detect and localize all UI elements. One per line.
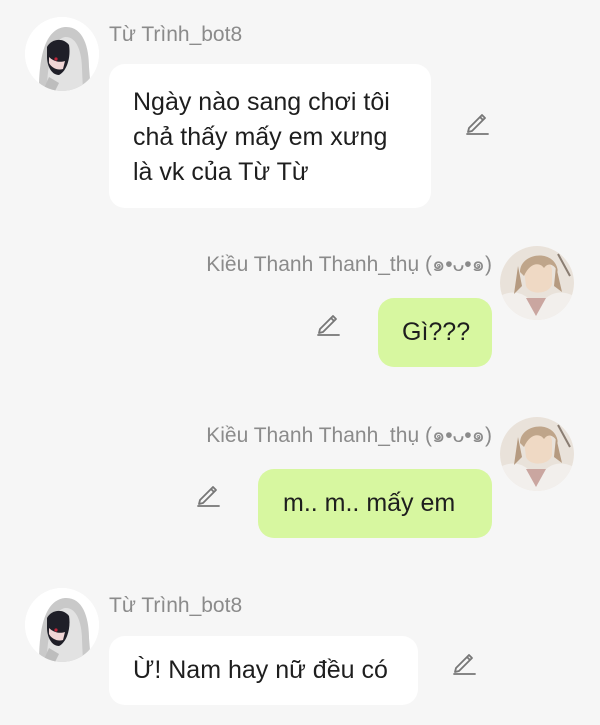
sender-name: Từ Trình_bot8 [109, 594, 243, 617]
sender-avatar[interactable] [500, 246, 574, 320]
message-text-line: chả thấy mấy em xưng [133, 123, 388, 151]
edit-message-button[interactable] [450, 648, 478, 676]
sender-avatar[interactable] [25, 17, 99, 91]
pencil-icon [197, 486, 220, 507]
portrait-avatar-icon [500, 246, 574, 320]
hooded-avatar-icon [25, 588, 99, 662]
pencil-icon [317, 315, 340, 336]
message-text-line: Ừ! Nam hay nữ đều có [133, 656, 388, 684]
sender-avatar[interactable] [500, 417, 574, 491]
hooded-avatar-icon [25, 17, 99, 91]
portrait-avatar-icon [500, 417, 574, 491]
message-text-line: m.. m.. mấy em [283, 489, 456, 517]
message-bubble[interactable]: Ừ! Nam hay nữ đều có [109, 636, 418, 705]
sender-avatar[interactable] [25, 588, 99, 662]
message-text-line: Ngày nào sang chơi tôi [133, 88, 390, 116]
sender-name: Kiều Thanh Thanh_thụ (๑•ᴗ•๑) [206, 253, 492, 276]
edit-message-button[interactable] [314, 309, 342, 337]
message-bubble[interactable]: Gì??? [378, 298, 492, 367]
message-bubble[interactable]: Ngày nào sang chơi tôi chả thấy mấy em x… [109, 64, 431, 208]
sender-name: Từ Trình_bot8 [109, 23, 243, 46]
message-text-line: Gì??? [402, 318, 471, 346]
edit-message-button[interactable] [463, 108, 491, 136]
edit-message-button[interactable] [194, 480, 222, 508]
sender-name: Kiều Thanh Thanh_thụ (๑•ᴗ•๑) [206, 424, 492, 447]
message-bubble[interactable]: m.. m.. mấy em [258, 469, 492, 538]
pencil-icon [466, 114, 489, 135]
message-text-line: là vk của Từ Từ [133, 158, 309, 186]
pencil-icon [453, 654, 476, 675]
